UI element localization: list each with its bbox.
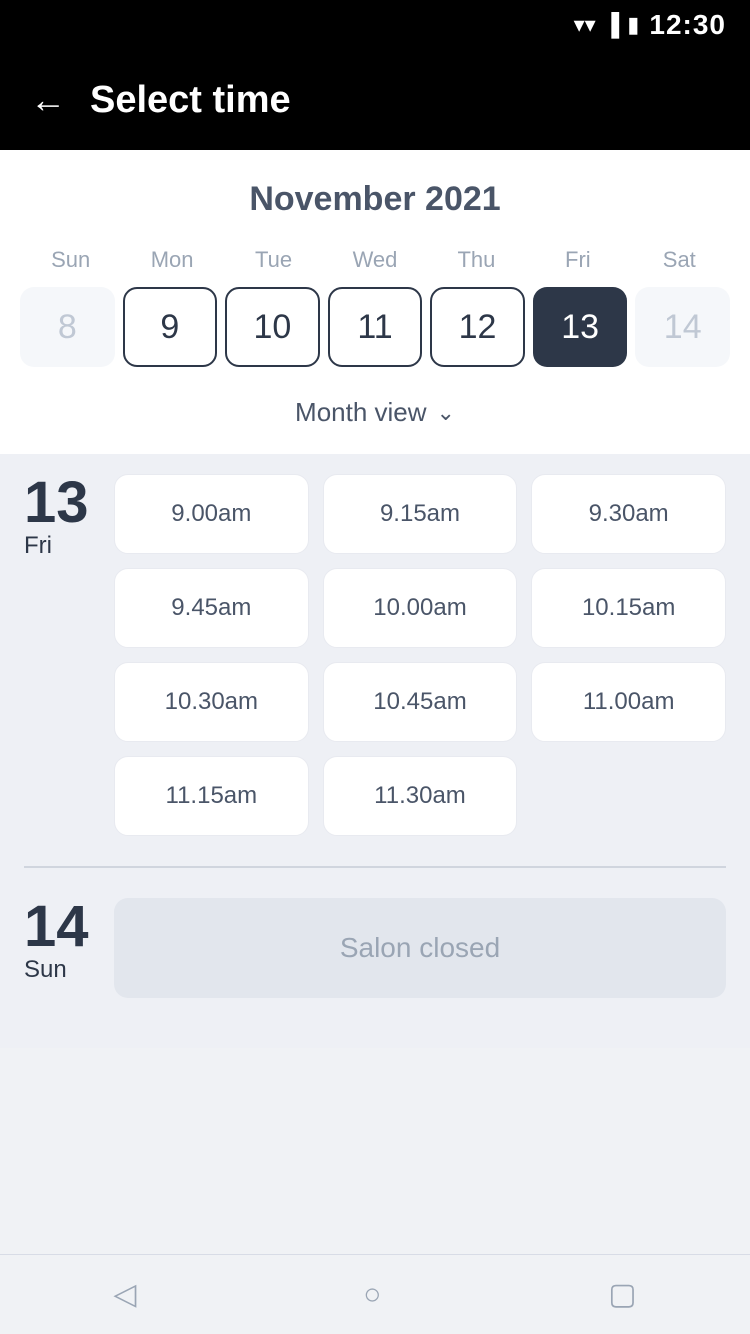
time-slot-945[interactable]: 9.45am: [114, 568, 309, 648]
day-header-mon: Mon: [121, 243, 222, 277]
page-title: Select time: [90, 79, 291, 122]
time-slot-900[interactable]: 9.00am: [114, 474, 309, 554]
date-cell-8[interactable]: 8: [20, 287, 115, 367]
salon-closed-label: Salon closed: [340, 932, 500, 964]
date-cell-12[interactable]: 12: [430, 287, 525, 367]
day-label-14: 14 Sun: [24, 898, 94, 984]
day-number-13: 13: [24, 474, 89, 532]
time-slot-915[interactable]: 9.15am: [323, 474, 518, 554]
battery-icon: ▮: [627, 12, 639, 38]
day-label-13: 13 Fri: [24, 474, 94, 560]
nav-recents-icon[interactable]: ▢: [608, 1277, 636, 1312]
day-header-tue: Tue: [223, 243, 324, 277]
header: ← Select time: [0, 50, 750, 150]
date-cell-14[interactable]: 14: [635, 287, 730, 367]
nav-back-icon[interactable]: ◁: [113, 1277, 136, 1312]
day-header-sat: Sat: [629, 243, 730, 277]
month-year-label: November 2021: [20, 180, 730, 219]
time-slot-1045[interactable]: 10.45am: [323, 662, 518, 742]
slots-content-13: 9.00am 9.15am 9.30am 9.45am 10.00am 10.1…: [114, 474, 726, 836]
day-header-sun: Sun: [20, 243, 121, 277]
date-cell-9[interactable]: 9: [123, 287, 218, 367]
section-divider: [24, 866, 726, 868]
nav-home-icon[interactable]: ○: [363, 1278, 381, 1312]
time-slot-1015[interactable]: 10.15am: [531, 568, 726, 648]
day-header-wed: Wed: [324, 243, 425, 277]
day-headers-row: Sun Mon Tue Wed Thu Fri Sat: [20, 243, 730, 277]
signal-icon: ▐: [604, 12, 620, 38]
calendar-section: November 2021 Sun Mon Tue Wed Thu Fri Sa…: [0, 150, 750, 454]
time-slots-section: 13 Fri 9.00am 9.15am 9.30am 9.45am 10.00…: [0, 454, 750, 1048]
date-cell-13[interactable]: 13: [533, 287, 628, 367]
status-icons: ▾▾ ▐ ▮: [574, 12, 640, 38]
status-time: 12:30: [649, 9, 726, 41]
month-view-toggle[interactable]: Month view ⌄: [20, 387, 730, 434]
salon-closed-block: Salon closed: [114, 898, 726, 998]
day-number-14: 14: [24, 898, 89, 956]
day-block-13: 13 Fri 9.00am 9.15am 9.30am 9.45am 10.00…: [24, 474, 726, 836]
back-button[interactable]: ←: [30, 82, 66, 118]
date-cell-10[interactable]: 10: [225, 287, 320, 367]
wifi-icon: ▾▾: [574, 12, 596, 38]
time-slot-1000[interactable]: 10.00am: [323, 568, 518, 648]
day-name-14: Sun: [24, 956, 67, 984]
time-slot-930[interactable]: 9.30am: [531, 474, 726, 554]
time-slot-1115[interactable]: 11.15am: [114, 756, 309, 836]
day-header-fri: Fri: [527, 243, 628, 277]
month-view-label: Month view: [295, 397, 427, 428]
time-slot-1100[interactable]: 11.00am: [531, 662, 726, 742]
day-name-13: Fri: [24, 532, 52, 560]
chevron-down-icon: ⌄: [437, 400, 455, 426]
day-header-thu: Thu: [426, 243, 527, 277]
date-row: 8 9 10 11 12 13 14: [20, 287, 730, 367]
day-block-14: 14 Sun Salon closed: [24, 898, 726, 998]
time-grid-13: 9.00am 9.15am 9.30am 9.45am 10.00am 10.1…: [114, 474, 726, 836]
time-slot-1030[interactable]: 10.30am: [114, 662, 309, 742]
time-slot-1130[interactable]: 11.30am: [323, 756, 518, 836]
date-cell-11[interactable]: 11: [328, 287, 423, 367]
status-bar: ▾▾ ▐ ▮ 12:30: [0, 0, 750, 50]
bottom-nav: ◁ ○ ▢: [0, 1254, 750, 1334]
